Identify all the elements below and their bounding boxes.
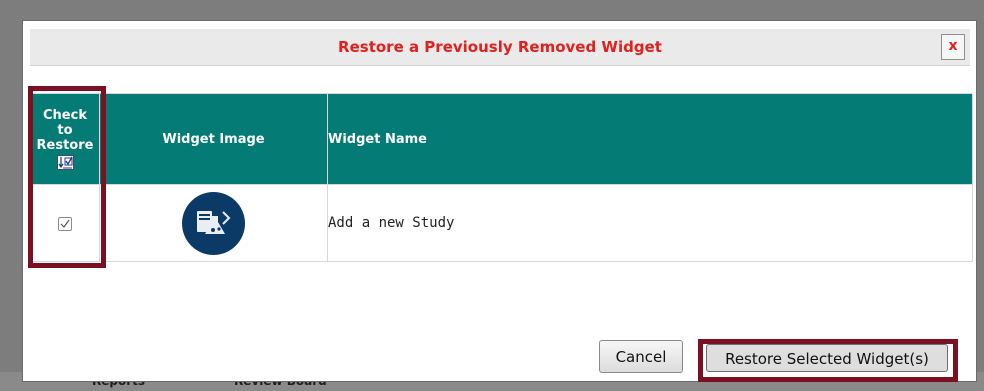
table-row: Add a new Study [30,184,973,262]
restore-checkbox-cell [30,184,100,262]
widget-image-cell [99,184,328,262]
restore-widget-dialog: Restore a Previously Removed Widget x Ch… [22,20,977,382]
select-all-toggle-icon[interactable] [56,155,74,170]
widgets-table: Check to Restore Widget Image Widget Nam… [30,93,973,262]
widget-image-header: Widget Image [99,93,328,185]
cancel-button[interactable]: Cancel [599,340,683,373]
restore-selected-widgets-button[interactable]: Restore Selected Widget(s) [706,344,948,372]
check-header-line-3: Restore [36,138,94,153]
widget-name-cell: Add a new Study [327,184,973,262]
study-flask-icon [182,191,245,255]
check-to-restore-header: Check to Restore [30,93,100,185]
dialog-titlebar: Restore a Previously Removed Widget x [30,29,970,66]
table-header-row: Check to Restore Widget Image Widget Nam… [30,93,973,185]
check-header-line-1: Check [43,108,87,123]
close-button[interactable]: x [941,34,965,60]
check-header-line-2: to [57,123,73,138]
dialog-title: Restore a Previously Removed Widget [338,38,662,56]
restore-checkbox[interactable] [58,217,72,231]
widget-name-header: Widget Name [327,93,973,185]
